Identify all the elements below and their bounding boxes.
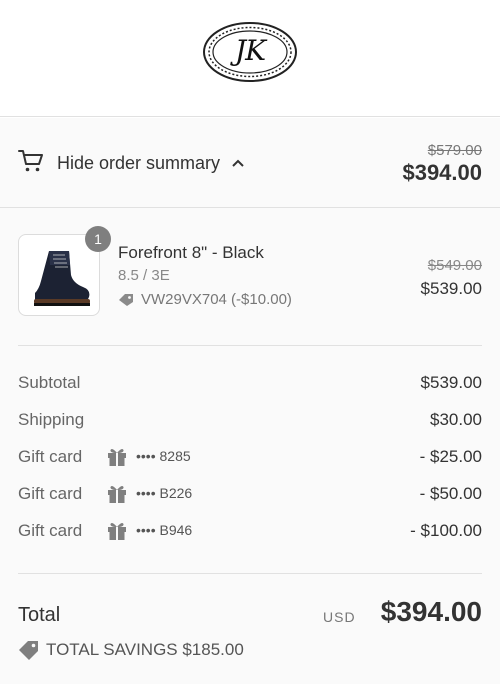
order-summary: Hide order summary $579.00 $394.00 1 For… bbox=[0, 118, 500, 684]
gift-icon bbox=[108, 523, 126, 540]
logo-text: JK bbox=[234, 34, 266, 67]
gift-card-label: Gift card bbox=[18, 484, 83, 503]
gift-card-line: Gift card •••• B226 - $50.00 bbox=[0, 479, 500, 509]
subtotal-line: Subtotal $539.00 bbox=[0, 368, 500, 398]
product-variant: 8.5 / 3E bbox=[118, 267, 170, 284]
total-value: $394.00 bbox=[380, 596, 482, 627]
product-line-item: 1 Forefront 8" - Black 8.5 / 3E VW29VX70… bbox=[0, 226, 500, 326]
discount-code: VW29VX704 (-$10.00) bbox=[141, 291, 292, 308]
store-header: JK bbox=[0, 0, 500, 117]
gift-card-value: - $25.00 bbox=[419, 447, 482, 466]
subtotal-value: $539.00 bbox=[420, 373, 482, 392]
gift-card-code: •••• B226 bbox=[136, 485, 193, 501]
gift-card-info: •••• B946 bbox=[106, 519, 192, 541]
savings-text: TOTAL SAVINGS $185.00 bbox=[46, 640, 244, 659]
product-name: Forefront 8" - Black bbox=[118, 243, 264, 262]
order-summary-toggle[interactable]: Hide order summary $579.00 $394.00 bbox=[0, 118, 500, 208]
chevron-up-icon bbox=[232, 159, 244, 167]
shipping-line: Shipping $30.00 bbox=[0, 405, 500, 435]
subtotal-label: Subtotal bbox=[18, 373, 81, 392]
gift-card-value: - $50.00 bbox=[419, 484, 482, 503]
shipping-value: $30.00 bbox=[430, 410, 482, 429]
gift-card-value: - $100.00 bbox=[410, 521, 482, 540]
gift-card-info: •••• B226 bbox=[106, 482, 192, 504]
gift-card-code: •••• 8285 bbox=[136, 448, 191, 464]
gift-card-label: Gift card bbox=[18, 447, 83, 466]
cart-icon bbox=[18, 150, 43, 172]
product-price: $539.00 bbox=[420, 279, 482, 298]
divider bbox=[18, 345, 482, 346]
summary-total: $394.00 bbox=[402, 160, 482, 185]
quantity-badge: 1 bbox=[85, 226, 111, 252]
gift-card-line: Gift card •••• B946 - $100.00 bbox=[0, 516, 500, 546]
gift-icon bbox=[108, 449, 126, 466]
shipping-label: Shipping bbox=[18, 410, 85, 429]
gift-card-info: •••• 8285 bbox=[106, 445, 191, 467]
toggle-label: Hide order summary bbox=[57, 153, 221, 173]
gift-card-line: Gift card •••• 8285 - $25.00 bbox=[0, 442, 500, 472]
product-discount: VW29VX704 (-$10.00) bbox=[118, 291, 292, 308]
total-currency: USD bbox=[323, 609, 356, 625]
total-label: Total bbox=[18, 604, 61, 626]
product-original-price: $549.00 bbox=[427, 257, 482, 274]
tag-icon bbox=[19, 641, 38, 660]
gift-card-label: Gift card bbox=[18, 521, 83, 540]
divider bbox=[18, 573, 482, 574]
store-logo[interactable]: JK bbox=[202, 20, 298, 84]
total-savings: TOTAL SAVINGS $185.00 bbox=[18, 639, 244, 661]
gift-icon bbox=[108, 486, 126, 503]
gift-card-code: •••• B946 bbox=[136, 522, 193, 538]
tag-icon bbox=[119, 293, 133, 306]
original-total: $579.00 bbox=[427, 142, 482, 159]
